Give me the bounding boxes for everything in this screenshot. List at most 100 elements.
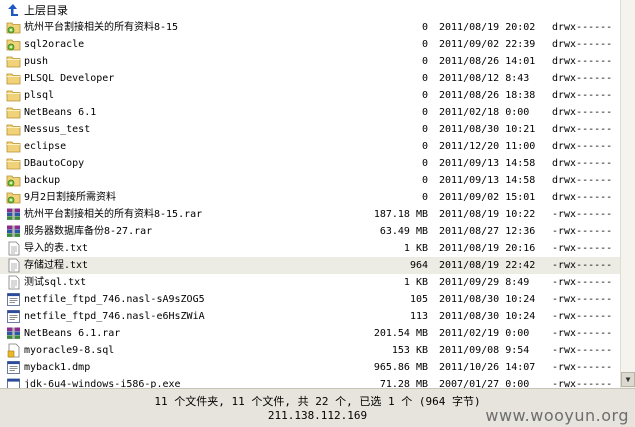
file-date: 2011/08/30 10:21 [439, 124, 536, 135]
file-row[interactable]: NetBeans 6.1.rar 201.54 MB 2011/02/19 0:00… [0, 325, 620, 342]
file-date: 2011/08/19 20:02 [439, 22, 536, 33]
file-size: 0 [421, 141, 428, 152]
file-row[interactable]: 9月2日割接所需资料 0 2011/09/02 15:01 drwx------ [0, 189, 620, 206]
file-permissions: drwx------ [552, 73, 613, 84]
file-row[interactable]: eclipse 0 2011/12/20 11:00 drwx------ [0, 138, 620, 155]
vertical-scrollbar[interactable] [620, 0, 635, 388]
file-date: 2011/08/12 8:43 [439, 73, 530, 84]
file-size: 964 [409, 260, 428, 271]
file-row[interactable]: backup 0 2011/09/13 14:58 drwx------ [0, 172, 620, 189]
rar-archive-icon [6, 224, 21, 239]
file-name: 杭州平台割接相关的所有资料8-15.rar [24, 209, 203, 220]
file-size: 0 [421, 56, 428, 67]
parent-directory-row[interactable]: 上层目录 [0, 2, 620, 19]
file-date: 2011/10/26 14:07 [439, 362, 536, 373]
file-row[interactable]: push 0 2011/08/26 14:01 drwx------ [0, 53, 620, 70]
file-permissions: drwx------ [552, 175, 613, 186]
file-size: 1 KB [403, 277, 428, 288]
file-permissions: -rwx------ [552, 328, 613, 339]
file-permissions: -rwx------ [552, 277, 613, 288]
watermark: www.wooyun.org [485, 406, 629, 425]
file-name: sql2oracle [24, 39, 85, 50]
file-date: 2011/08/19 20:16 [439, 243, 536, 254]
generic-file-icon [6, 360, 21, 375]
text-file-icon [6, 258, 21, 273]
file-size: 0 [421, 39, 428, 50]
file-size: 0 [421, 192, 428, 203]
file-row[interactable]: 杭州平台割接相关的所有资料8-15 0 2011/08/19 20:02 drwx--… [0, 19, 620, 36]
folder-icon [6, 139, 21, 154]
file-permissions: -rwx------ [552, 260, 613, 271]
file-size: 0 [421, 22, 428, 33]
file-list: 上层目录杭州平台割接相关的所有资料8-15 0 2011/08/19 20:02 dr… [0, 0, 620, 388]
folder-lock-icon [6, 37, 21, 52]
file-size: 187.18 MB [373, 209, 428, 220]
parent-directory-label: 上层目录 [24, 4, 68, 17]
file-permissions: drwx------ [552, 192, 613, 203]
file-size: 0 [421, 124, 428, 135]
file-date: 2011/08/26 18:38 [439, 90, 536, 101]
file-row[interactable]: 服务器数据库备份8-27.rar 63.49 MB 2011/08/27 12:36… [0, 223, 620, 240]
file-date: 2011/09/02 15:01 [439, 192, 536, 203]
file-name: DBautoCopy [24, 158, 85, 169]
file-permissions: -rwx------ [552, 209, 613, 220]
file-name: plsql [24, 90, 55, 101]
file-row[interactable]: Nessus_test 0 2011/08/30 10:21 drwx------ [0, 121, 620, 138]
file-name: myback1.dmp [24, 362, 91, 373]
file-name: netfile_ftpd_746.nasl-sA9sZOG5 [24, 294, 205, 305]
folder-lock-icon [6, 173, 21, 188]
file-name: 测试sql.txt [24, 277, 87, 288]
file-size: 0 [421, 158, 428, 169]
file-permissions: drwx------ [552, 39, 613, 50]
sql-file-icon [6, 343, 21, 358]
file-permissions: -rwx------ [552, 362, 613, 373]
file-size: 0 [421, 73, 428, 84]
folder-lock-icon [6, 20, 21, 35]
file-date: 2011/09/29 8:49 [439, 277, 530, 288]
file-row[interactable]: 测试sql.txt 1 KB 2011/09/29 8:49 -rwx------ [0, 274, 620, 291]
file-date: 2011/09/13 14:58 [439, 158, 536, 169]
file-date: 2011/08/30 10:24 [439, 311, 536, 322]
file-name: 存储过程.txt [24, 260, 89, 271]
file-name: PLSQL Developer [24, 73, 115, 84]
file-row[interactable]: netfile_ftpd_746.nasl-e6HsZWiA 113 2011/08… [0, 308, 620, 325]
folder-icon [6, 122, 21, 137]
file-permissions: drwx------ [552, 158, 613, 169]
file-row[interactable]: 导入的表.txt 1 KB 2011/08/19 20:16 -rwx------ [0, 240, 620, 257]
folder-lock-icon [6, 190, 21, 205]
file-row[interactable]: plsql 0 2011/08/26 18:38 drwx------ [0, 87, 620, 104]
file-name: 9月2日割接所需资料 [24, 192, 117, 203]
scroll-down-arrow-icon[interactable]: ▼ [621, 372, 635, 387]
file-date: 2011/09/08 9:54 [439, 345, 530, 356]
generic-file-icon [6, 292, 21, 307]
file-size: 1 KB [403, 243, 428, 254]
rar-archive-icon [6, 207, 21, 222]
generic-file-icon [6, 309, 21, 324]
file-date: 2011/12/20 11:00 [439, 141, 536, 152]
file-size: 201.54 MB [373, 328, 428, 339]
file-row[interactable]: myoracle9-8.sql 153 KB 2011/09/08 9:54 -rwx… [0, 342, 620, 359]
file-row[interactable]: myback1.dmp 965.86 MB 2011/10/26 14:07 -rwx… [0, 359, 620, 376]
file-row[interactable]: 杭州平台割接相关的所有资料8-15.rar 187.18 MB 2011/08/19… [0, 206, 620, 223]
file-permissions: -rwx------ [552, 226, 613, 237]
file-date: 2011/09/02 22:39 [439, 39, 536, 50]
file-date: 2007/01/27 0:00 [439, 379, 530, 388]
file-date: 2011/08/19 10:22 [439, 209, 536, 220]
file-permissions: -rwx------ [552, 294, 613, 305]
file-row[interactable]: netfile_ftpd_746.nasl-sA9sZOG5 105 2011/08… [0, 291, 620, 308]
file-permissions: drwx------ [552, 141, 613, 152]
file-row[interactable]: NetBeans 6.1 0 2011/02/18 0:00 drwx------ [0, 104, 620, 121]
file-name: NetBeans 6.1.rar [24, 328, 121, 339]
file-row[interactable]: jdk-6u4-windows-i586-p.exe 71.28 MB 2007/0… [0, 376, 620, 388]
file-row[interactable]: sql2oracle 0 2011/09/02 22:39 drwx------ [0, 36, 620, 53]
file-size: 105 [409, 294, 428, 305]
file-name: 杭州平台割接相关的所有资料8-15 [24, 22, 179, 33]
folder-icon [6, 88, 21, 103]
file-name: myoracle9-8.sql [24, 345, 115, 356]
file-row[interactable]: PLSQL Developer 0 2011/08/12 8:43 drwx-----… [0, 70, 620, 87]
file-row[interactable]: DBautoCopy 0 2011/09/13 14:58 drwx------ [0, 155, 620, 172]
file-row[interactable]: 存储过程.txt 964 2011/08/19 22:42 -rwx------ [0, 257, 620, 274]
rar-archive-icon [6, 326, 21, 341]
file-date: 2011/08/30 10:24 [439, 294, 536, 305]
file-name: eclipse [24, 141, 67, 152]
